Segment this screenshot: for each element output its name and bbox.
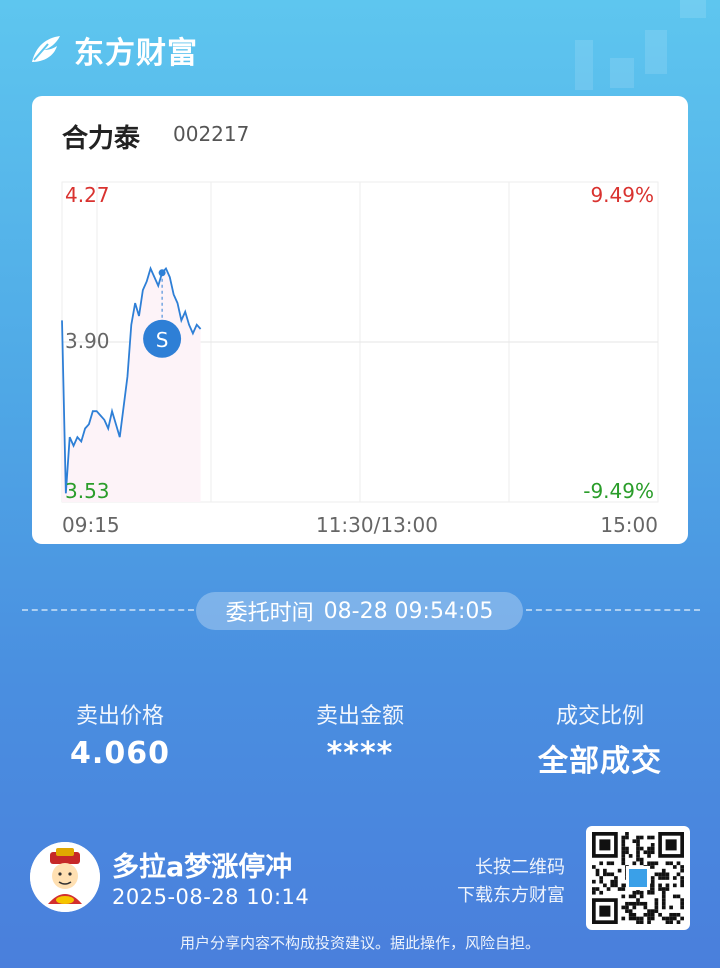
- chart-series-area: [62, 268, 201, 502]
- qr-code-icon: [592, 832, 684, 924]
- avatar[interactable]: [30, 842, 100, 912]
- order-time-value: 08-28 09:54:05: [323, 598, 494, 624]
- stat-sell-price: 卖出价格 4.060: [0, 698, 240, 771]
- stat-sell-amount: 卖出金额 ****: [240, 698, 480, 771]
- brand-logo: 东方财富: [28, 28, 198, 72]
- stat-value: ****: [326, 736, 394, 771]
- order-time-pill: 委托时间 08-28 09:54:05: [196, 592, 523, 630]
- stat-value: 4.060: [70, 736, 170, 771]
- background-candle: [610, 58, 634, 88]
- order-time-row: 委托时间 08-28 09:54:05: [0, 590, 720, 630]
- disclaimer: 用户分享内容不构成投资建议。据此操作，风险自担。: [179, 934, 540, 952]
- qr-hint: 长按二维码 下载东方财富: [457, 854, 565, 910]
- qr-hint-line2: 下载东方财富: [457, 885, 565, 906]
- chart-xlabel-open: 09:15: [62, 513, 120, 537]
- share-timestamp: 2025-08-28 10:14: [112, 885, 310, 909]
- chart-pct-low: -9.49%: [583, 479, 654, 503]
- background-candle: [680, 0, 706, 18]
- user-name: 多拉a梦涨停冲: [112, 852, 293, 883]
- divider-right: [526, 609, 700, 611]
- stat-label: 卖出价格: [75, 704, 164, 729]
- stat-label: 成交比例: [555, 704, 644, 729]
- stat-label: 卖出金额: [315, 704, 404, 729]
- qr-hint-line1: 长按二维码: [475, 857, 565, 878]
- stock-chart-card: 合力泰 002217 S 4.27 3.90 3.53 9.49% -9.49% 09:15…: [32, 96, 688, 544]
- chart-xlabel-close: 15:00: [600, 513, 658, 537]
- chart-sell-marker-label: S: [156, 328, 169, 352]
- chart-ylabel-mid: 3.90: [65, 329, 110, 353]
- background-candle: [575, 40, 593, 90]
- brand-leaf-icon: [32, 36, 60, 62]
- background-candle: [645, 30, 667, 74]
- chart-xlabel-midday: 11:30/13:00: [316, 513, 438, 537]
- chart-ylabel-high: 4.27: [65, 183, 110, 207]
- order-time-label: 委托时间: [225, 601, 314, 626]
- chart-pct-high: 9.49%: [590, 183, 654, 207]
- stat-fill-ratio: 成交比例 全部成交: [480, 698, 720, 780]
- divider-left: [22, 609, 194, 611]
- intraday-chart: S 4.27 3.90 3.53 9.49% -9.49% 09:15 11:30/13:00…: [61, 181, 659, 537]
- qr-code[interactable]: [586, 826, 690, 930]
- stat-value: 全部成交: [538, 744, 662, 779]
- avatar-icon: [30, 842, 100, 912]
- brand-name: 东方财富: [74, 36, 198, 71]
- chart-ylabel-low: 3.53: [65, 479, 110, 503]
